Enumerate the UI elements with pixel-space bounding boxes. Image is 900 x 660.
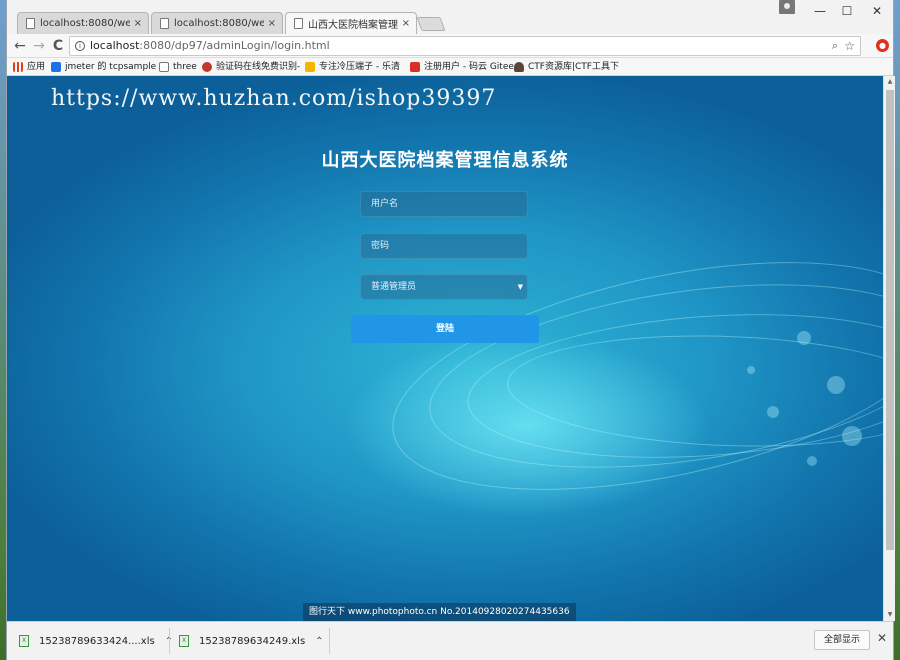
decor-bokeh — [767, 406, 779, 418]
downloads-bar: X 15238789633424....xls ⌃ X 152387896342… — [7, 621, 893, 660]
username-input[interactable] — [360, 191, 528, 217]
folder-icon — [305, 62, 315, 72]
role-select-value: 普通管理员 — [371, 282, 417, 292]
decor-bokeh — [807, 456, 817, 466]
bookmark-three[interactable]: three — [159, 60, 197, 74]
tab-2[interactable]: localhost:8080/webtoo × — [151, 12, 283, 34]
bookmark-label: jmeter 的 tcpsample — [65, 62, 157, 72]
divider — [169, 628, 170, 654]
page-icon — [26, 18, 35, 29]
tab-close-icon[interactable]: × — [134, 18, 142, 29]
browser-toolbar: ← → C i localhost:8080/dp97/adminLogin/l… — [7, 34, 893, 58]
page-viewport: https://www.huzhan.com/ishop39397 山西大医院档… — [7, 76, 883, 621]
captcha-icon — [202, 62, 212, 72]
bookmark-star-icon[interactable]: ☆ — [844, 37, 855, 55]
bookmark-label: three — [173, 62, 197, 72]
download-item-2[interactable]: X 15238789634249.xls ⌃ — [179, 631, 324, 651]
tab-3-active[interactable]: 山西大医院档案管理信息 × — [285, 12, 417, 34]
tab-1[interactable]: localhost:8080/webtoo × — [17, 12, 149, 34]
profile-icon[interactable] — [779, 0, 795, 14]
decor-bokeh — [797, 331, 811, 345]
excel-file-icon: X — [179, 635, 189, 647]
download-item-1[interactable]: X 15238789633424....xls ⌃ — [19, 631, 173, 651]
url-host: localhost — [90, 39, 140, 52]
decor-bokeh — [842, 426, 862, 446]
zoom-icon[interactable]: ⌕ — [832, 37, 838, 55]
shield-icon — [51, 62, 61, 72]
bookmark-gitee[interactable]: 注册用户 - 码云 Gitee — [410, 60, 514, 74]
minimize-button[interactable]: — — [807, 2, 833, 20]
maximize-button[interactable]: ☐ — [834, 2, 860, 20]
bookmarks-bar: 应用 jmeter 的 tcpsample three 验证码在线免费识别- 专… — [7, 58, 893, 76]
browser-window: localhost:8080/webtoo × localhost:8080/w… — [6, 0, 895, 660]
apps-grid-icon — [13, 62, 23, 72]
divider — [329, 628, 330, 654]
login-button[interactable]: 登陆 — [351, 315, 539, 343]
page-scrollbar[interactable]: ▲ ▼ — [883, 76, 895, 621]
bookmark-apps[interactable]: 应用 — [13, 60, 45, 74]
tab-strip: localhost:8080/webtoo × localhost:8080/w… — [7, 0, 893, 34]
page-icon — [159, 62, 169, 72]
address-bar[interactable]: i localhost:8080/dp97/adminLogin/login.h… — [69, 36, 861, 56]
user-icon — [514, 62, 524, 72]
extension-icon[interactable]: ● — [876, 39, 889, 52]
gitee-icon — [410, 62, 420, 72]
chevron-down-icon: ▼ — [517, 283, 523, 291]
tab-close-icon[interactable]: × — [268, 18, 276, 29]
close-window-button[interactable]: ✕ — [864, 2, 890, 20]
watermark-photophoto: 图行天下 www.photophoto.cn No.20140928020274… — [303, 603, 576, 621]
scroll-up-icon[interactable]: ▲ — [884, 76, 896, 88]
bookmark-jmeter[interactable]: jmeter 的 tcpsample — [51, 60, 156, 74]
tab-title: localhost:8080/webtoo — [174, 18, 264, 29]
reload-icon[interactable]: C — [49, 37, 67, 55]
bookmark-label: 验证码在线免费识别- — [216, 62, 301, 72]
close-downloads-icon[interactable]: ✕ — [877, 631, 887, 645]
page-icon — [160, 18, 169, 29]
new-tab-button[interactable] — [416, 17, 446, 31]
bookmark-ctf[interactable]: CTF资源库|CTF工具下 — [514, 60, 619, 74]
bookmark-terminal[interactable]: 专注冷压端子 - 乐清 — [305, 60, 400, 74]
download-filename: 15238789634249.xls — [199, 635, 306, 647]
tab-close-icon[interactable]: × — [402, 18, 410, 29]
password-input[interactable] — [360, 233, 528, 259]
tab-title: 山西大医院档案管理信息 — [308, 20, 398, 31]
bookmark-label: 应用 — [27, 62, 46, 72]
bookmark-captcha[interactable]: 验证码在线免费识别- — [202, 60, 300, 74]
bookmark-label: 专注冷压端子 - 乐清 — [319, 62, 400, 72]
bookmark-label: CTF资源库|CTF工具下 — [528, 62, 619, 72]
url-path: :8080/dp97/adminLogin/login.html — [139, 39, 330, 52]
tab-title: localhost:8080/webtoo — [40, 18, 130, 29]
scroll-down-icon[interactable]: ▼ — [884, 609, 896, 621]
page-title: 山西大医院档案管理信息系统 — [321, 150, 569, 171]
forward-icon[interactable]: → — [30, 37, 48, 55]
excel-file-icon: X — [19, 635, 29, 647]
page-icon — [294, 18, 303, 29]
chevron-up-icon[interactable]: ⌃ — [315, 636, 323, 647]
back-icon[interactable]: ← — [11, 37, 29, 55]
download-filename: 15238789633424....xls — [39, 635, 155, 647]
role-select[interactable]: 普通管理员 ▼ — [360, 274, 528, 300]
watermark-url: https://www.huzhan.com/ishop39397 — [51, 86, 497, 111]
info-icon[interactable]: i — [75, 41, 85, 51]
decor-bokeh — [747, 366, 755, 374]
show-all-downloads-button[interactable]: 全部显示 — [814, 630, 870, 650]
bookmark-label: 注册用户 - 码云 Gitee — [424, 62, 514, 72]
scroll-thumb[interactable] — [886, 90, 894, 550]
decor-bokeh — [827, 376, 845, 394]
